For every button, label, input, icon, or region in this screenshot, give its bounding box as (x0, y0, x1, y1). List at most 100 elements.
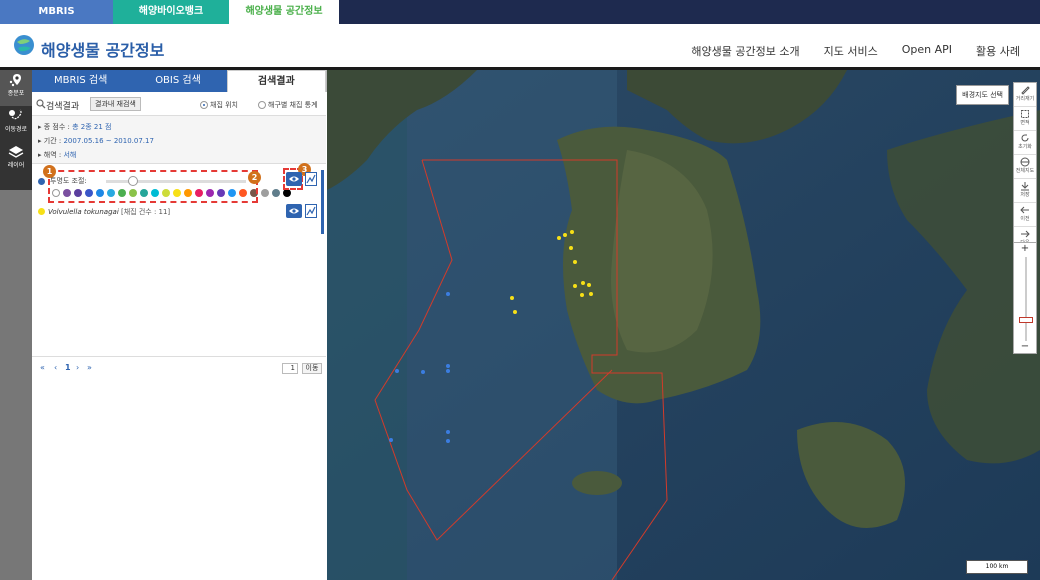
tab-marine-spatial-info[interactable]: 해양생물 공간정보 (229, 0, 339, 24)
tab-mbris-search[interactable]: MBRIS 검색 (32, 70, 130, 92)
collection-point[interactable] (513, 310, 517, 314)
collection-point[interactable] (589, 292, 593, 296)
color-swatch[interactable] (283, 189, 291, 197)
refresh-icon (1021, 134, 1029, 142)
collection-point[interactable] (580, 293, 584, 297)
species-results: 투명도 조절: 1 2 3 Volvulella tokunagai [채집 건… (32, 163, 326, 236)
arrow-right-icon (1021, 230, 1030, 238)
species-color-dot[interactable] (38, 208, 45, 215)
page-go-button[interactable]: 이동 (302, 363, 322, 374)
page-number[interactable]: 1 (65, 363, 71, 372)
chart-icon[interactable] (305, 172, 317, 186)
summary-period: ▸ 기간 : 2007.05.16 ~ 2010.07.17 (38, 137, 154, 145)
tool-save[interactable]: 저장 (1014, 179, 1036, 203)
zoom-in-button[interactable]: + (1014, 243, 1036, 255)
toggle-visibility-button[interactable] (286, 204, 302, 218)
callout-badge-2: 2 (248, 171, 261, 184)
collection-point[interactable] (570, 230, 574, 234)
page-first-button[interactable]: « (40, 363, 45, 372)
summary-total-label: 종 점수 : (43, 123, 73, 131)
collection-point[interactable] (573, 284, 577, 288)
scale-bar: 100 km (966, 560, 1028, 574)
collection-point[interactable] (573, 260, 577, 264)
tool-full-map[interactable]: 전체지도 (1014, 155, 1036, 179)
callout-badge-1: 1 (43, 165, 56, 178)
chart-icon[interactable] (305, 204, 317, 218)
collection-point[interactable] (395, 369, 399, 373)
collection-point[interactable] (563, 233, 567, 237)
collection-point[interactable] (569, 246, 573, 250)
collection-point[interactable] (510, 296, 514, 300)
species-count: [채집 건수 : 11] (121, 208, 171, 216)
collection-point[interactable] (446, 292, 450, 296)
nav-open-api[interactable]: Open API (902, 43, 952, 59)
route-icon (9, 109, 22, 120)
globe-icon (1020, 157, 1030, 167)
zoom-slider-track[interactable] (1025, 257, 1027, 341)
zoom-slider-handle[interactable] (1019, 317, 1033, 323)
satellite-map[interactable] (327, 70, 1040, 580)
basemap-select-button[interactable]: 배경지도 선택 (956, 85, 1009, 105)
area-icon (1021, 110, 1029, 118)
sidebar-item-layer[interactable]: 레이어 (0, 142, 32, 178)
color-swatch[interactable] (272, 189, 280, 197)
color-swatch[interactable] (261, 189, 269, 197)
tool-previous[interactable]: 이전 (1014, 203, 1036, 227)
results-header: 검색결과 결과내 재검색 채집 위치 해구별 채집 통계 (32, 92, 326, 116)
collection-point[interactable] (421, 370, 425, 374)
collection-point[interactable] (557, 236, 561, 240)
panel-scrollbar[interactable] (321, 170, 324, 234)
radio-label: 해구별 채집 통계 (268, 101, 318, 109)
tab-marine-biobank[interactable]: 해양바이오뱅크 (113, 0, 229, 24)
arrow-left-icon (1020, 206, 1029, 214)
sidebar-item-label: 레이어 (7, 162, 25, 169)
tool-measure-area[interactable]: 면적 (1014, 107, 1036, 131)
distribution-pin-icon (9, 74, 21, 87)
species-item[interactable]: Volvulella tokunagai [채집 건수 : 11] (48, 207, 170, 217)
tab-obis-search[interactable]: OBIS 검색 (129, 70, 227, 92)
zoom-out-button[interactable]: − (1014, 341, 1036, 353)
collection-point[interactable] (446, 369, 450, 373)
highlight-box-opacity (48, 170, 258, 203)
map-view[interactable]: 배경지도 선택 거리재기 면적 초기화 전체지도 저장 이전 다음 (327, 70, 1040, 580)
collection-point[interactable] (446, 439, 450, 443)
refine-search-button[interactable]: 결과내 재검색 (90, 97, 141, 111)
sidebar-item-label: 이동경로 (4, 126, 28, 133)
globe-logo-icon[interactable] (12, 33, 36, 57)
top-tab-bar: MBRIS 해양바이오뱅크 해양생물 공간정보 (0, 0, 1040, 24)
radio-sea-area-stats[interactable]: 해구별 채집 통계 (258, 100, 318, 110)
site-title[interactable]: 해양생물 공간정보 (41, 37, 164, 61)
tool-label: 면적 (1020, 120, 1030, 126)
zoom-control: + − (1013, 242, 1037, 354)
eye-icon (289, 176, 299, 182)
ruler-pencil-icon (1021, 86, 1030, 95)
sidebar-item-route[interactable]: 이동경로 (0, 106, 32, 142)
sidebar-item-distribution[interactable]: 종분포 (0, 70, 32, 106)
collection-point[interactable] (581, 281, 585, 285)
results-title: 검색결과 (46, 102, 80, 112)
tab-search-results[interactable]: 검색결과 (226, 70, 326, 92)
tool-reset[interactable]: 초기화 (1014, 131, 1036, 155)
map-toolbar: 거리재기 면적 초기화 전체지도 저장 이전 다음 (1013, 82, 1037, 252)
nav-map-service[interactable]: 지도 서비스 (824, 43, 878, 59)
page-input[interactable]: 1 (282, 363, 298, 374)
collection-point[interactable] (446, 364, 450, 368)
search-panel: MBRIS 검색 OBIS 검색 검색결과 검색결과 결과내 재검색 채집 위치… (32, 70, 326, 580)
collection-point[interactable] (587, 283, 591, 287)
species-color-dot[interactable] (38, 178, 45, 185)
toggle-visibility-button[interactable] (286, 172, 302, 186)
tab-mbris[interactable]: MBRIS (0, 0, 113, 24)
nav-about[interactable]: 해양생물 공간정보 소개 (691, 43, 799, 59)
summary-sea-value: 서해 (63, 151, 77, 159)
collection-point[interactable] (389, 438, 393, 442)
page-next-button[interactable]: › (76, 363, 79, 372)
radio-collection-location[interactable]: 채집 위치 (200, 100, 238, 110)
page-prev-button[interactable]: ‹ (54, 363, 57, 372)
panel-tabs: MBRIS 검색 OBIS 검색 검색결과 (32, 70, 326, 92)
tool-measure-distance[interactable]: 거리재기 (1014, 83, 1036, 107)
page-last-button[interactable]: » (87, 363, 92, 372)
tool-label: 저장 (1020, 192, 1030, 198)
collection-point[interactable] (446, 430, 450, 434)
nav-use-cases[interactable]: 활용 사례 (976, 43, 1020, 59)
pagination: « ‹ 1 › » 1 이동 (32, 356, 326, 380)
